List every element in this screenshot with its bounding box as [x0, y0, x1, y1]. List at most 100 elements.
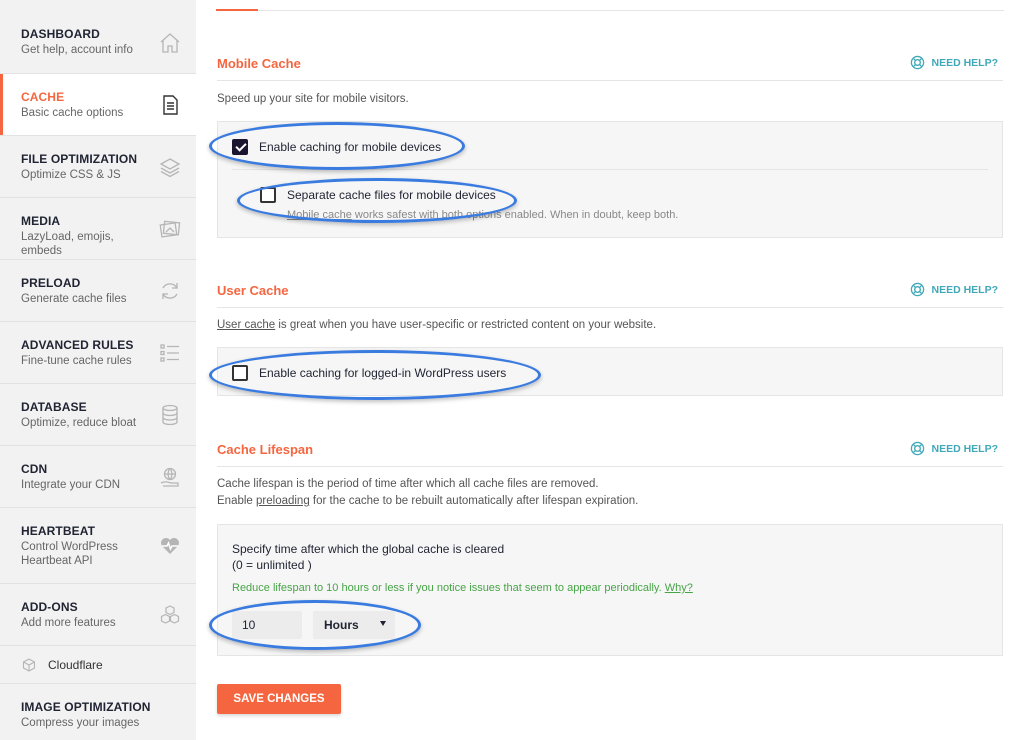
main-content: Mobile Cache NEED HELP? Speed up your si…: [196, 0, 1024, 740]
panel-divider: [232, 169, 988, 170]
desc-text: Enable: [217, 495, 257, 507]
lifebuoy-icon: [911, 55, 925, 70]
help-label: NEED HELP?: [931, 283, 998, 296]
sidebar-item-title: MEDIA: [21, 214, 61, 228]
sidebar-item-title: CDN: [21, 462, 48, 476]
list-icon: [158, 341, 182, 365]
user-cache-desc-link[interactable]: User cache: [217, 319, 275, 331]
sidebar: DASHBOARD Get help, account info CACHE B…: [0, 0, 196, 740]
home-icon: [158, 31, 182, 55]
mobile-cache-note-text: works safest with both options enabled. …: [351, 209, 679, 221]
sidebar-item-title: DASHBOARD: [21, 27, 100, 41]
preloading-link[interactable]: preloading: [256, 495, 310, 507]
enable-mobile-cache-checkbox[interactable]: [232, 139, 248, 155]
sidebar-item-sub: Integrate your CDN: [21, 479, 121, 491]
lifespan-recommendation: Reduce lifespan to 10 hours or less if y…: [232, 582, 693, 594]
cloudflare-label: Cloudflare: [48, 658, 103, 672]
sidebar-item-media[interactable]: MEDIA LazyLoad, emojis, embeds: [0, 198, 196, 260]
separate-mobile-cache-label: Separate cache files for mobile devices: [287, 188, 496, 202]
section-divider: [217, 307, 1003, 308]
cache-lifespan-description-line2: Enable preloading for the cache to be re…: [217, 493, 638, 510]
user-cache-desc-text: is great when you have user-specific or …: [275, 319, 657, 331]
lifespan-unit-value: Hours: [324, 618, 359, 632]
sidebar-item-sub: Generate cache files: [21, 293, 127, 305]
sidebar-item-title: PRELOAD: [21, 276, 81, 290]
enable-mobile-cache-option[interactable]: Enable caching for mobile devices: [232, 139, 441, 155]
sidebar-item-advanced-rules[interactable]: ADVANCED RULES Fine-tune cache rules: [0, 322, 196, 384]
lifespan-unit-select[interactable]: Hours: [313, 611, 395, 639]
tab-bar-divider: [216, 10, 1004, 11]
mobile-cache-title: Mobile Cache: [217, 56, 301, 71]
section-divider: [217, 466, 1003, 467]
sidebar-item-title: IMAGE OPTIMIZATION: [21, 700, 151, 714]
mobile-cache-help-link[interactable]: NEED HELP?: [910, 55, 998, 70]
sidebar-item-preload[interactable]: PRELOAD Generate cache files: [0, 260, 196, 322]
mobile-cache-description: Speed up your site for mobile visitors.: [217, 93, 409, 105]
sidebar-item-sub: Optimize CSS & JS: [21, 169, 121, 181]
separate-mobile-cache-checkbox[interactable]: [260, 187, 276, 203]
sidebar-item-sub: LazyLoad, emojis, embeds: [21, 231, 114, 257]
lifespan-field-hint: (0 = unlimited ): [232, 558, 312, 572]
mobile-cache-note: Mobile cache works safest with both opti…: [287, 209, 678, 221]
sidebar-item-title: DATABASE: [21, 400, 87, 414]
refresh-icon: [158, 279, 182, 303]
sidebar-item-heartbeat[interactable]: HEARTBEAT Control WordPress Heartbeat AP…: [0, 508, 196, 584]
desc-text: for the cache to be rebuilt automaticall…: [309, 495, 639, 507]
enable-user-cache-checkbox[interactable]: [232, 365, 248, 381]
cubes-icon: [158, 603, 182, 627]
sidebar-item-sub: Optimize, reduce bloat: [21, 417, 137, 429]
enable-user-cache-option[interactable]: Enable caching for logged-in WordPress u…: [232, 365, 506, 381]
layers-icon: [158, 155, 182, 179]
sidebar-item-cloudflare[interactable]: Cloudflare: [0, 646, 196, 684]
recommendation-text: Reduce lifespan to 10 hours or less if y…: [232, 582, 665, 594]
user-cache-help-link[interactable]: NEED HELP?: [910, 282, 998, 297]
sidebar-item-file-optimization[interactable]: FILE OPTIMIZATION Optimize CSS & JS: [0, 136, 196, 198]
cache-lifespan-title: Cache Lifespan: [217, 442, 314, 457]
sidebar-item-title: FILE OPTIMIZATION: [21, 152, 138, 166]
section-divider: [217, 80, 1003, 81]
why-link[interactable]: Why?: [665, 582, 693, 594]
user-cache-panel: Enable caching for logged-in WordPress u…: [217, 347, 1003, 396]
sidebar-item-title: ADVANCED RULES: [21, 338, 134, 352]
user-cache-title: User Cache: [217, 283, 289, 298]
cache-lifespan-help-link[interactable]: NEED HELP?: [910, 441, 998, 456]
lifespan-field-label: Specify time after which the global cach…: [232, 542, 505, 556]
sidebar-item-sub: Compress your images: [21, 717, 140, 729]
user-cache-description: User cache is great when you have user-s…: [217, 317, 656, 334]
images-icon: [158, 217, 182, 241]
mobile-cache-note-link[interactable]: Mobile cache: [287, 209, 352, 221]
document-icon: [158, 93, 182, 117]
sidebar-item-sub: Add more features: [21, 617, 116, 629]
database-icon: [158, 403, 182, 427]
sidebar-item-cache[interactable]: CACHE Basic cache options: [0, 74, 196, 136]
sidebar-item-cdn[interactable]: CDN Integrate your CDN: [0, 446, 196, 508]
sidebar-item-dashboard[interactable]: DASHBOARD Get help, account info: [0, 0, 196, 74]
app-root: DASHBOARD Get help, account info CACHE B…: [0, 0, 1024, 740]
caret-down-icon: [380, 621, 386, 626]
enable-mobile-cache-label: Enable caching for mobile devices: [259, 140, 442, 154]
sidebar-item-sub: Basic cache options: [21, 107, 124, 119]
heartbeat-icon: [158, 534, 182, 558]
sidebar-item-sub: Get help, account info: [21, 44, 133, 56]
sidebar-item-sub: Control WordPress Heartbeat API: [21, 541, 118, 567]
sidebar-item-title: HEARTBEAT: [21, 524, 96, 538]
mobile-cache-panel: Enable caching for mobile devices Separa…: [217, 121, 1003, 238]
sidebar-item-title: CACHE: [21, 90, 65, 104]
sidebar-item-database[interactable]: DATABASE Optimize, reduce bloat: [0, 384, 196, 446]
active-tab-indicator: [216, 9, 258, 11]
lifebuoy-icon: [911, 282, 925, 297]
enable-user-cache-label: Enable caching for logged-in WordPress u…: [259, 366, 507, 380]
sidebar-item-add-ons[interactable]: ADD-ONS Add more features: [0, 584, 196, 646]
lifespan-value-input[interactable]: [232, 611, 302, 639]
globe-hand-icon: [158, 465, 182, 489]
save-changes-button[interactable]: SAVE CHANGES: [217, 684, 341, 714]
cache-lifespan-description-line1: Cache lifespan is the period of time aft…: [217, 478, 599, 490]
separate-mobile-cache-option[interactable]: Separate cache files for mobile devices: [260, 187, 496, 203]
sidebar-item-sub: Fine-tune cache rules: [21, 355, 132, 367]
help-label: NEED HELP?: [931, 56, 998, 69]
sidebar-item-title: ADD-ONS: [21, 600, 78, 614]
cube-icon: [21, 657, 37, 673]
sidebar-item-image-optimization[interactable]: IMAGE OPTIMIZATION Compress your images: [0, 684, 196, 740]
help-label: NEED HELP?: [931, 442, 998, 455]
cache-lifespan-panel: Specify time after which the global cach…: [217, 524, 1003, 656]
